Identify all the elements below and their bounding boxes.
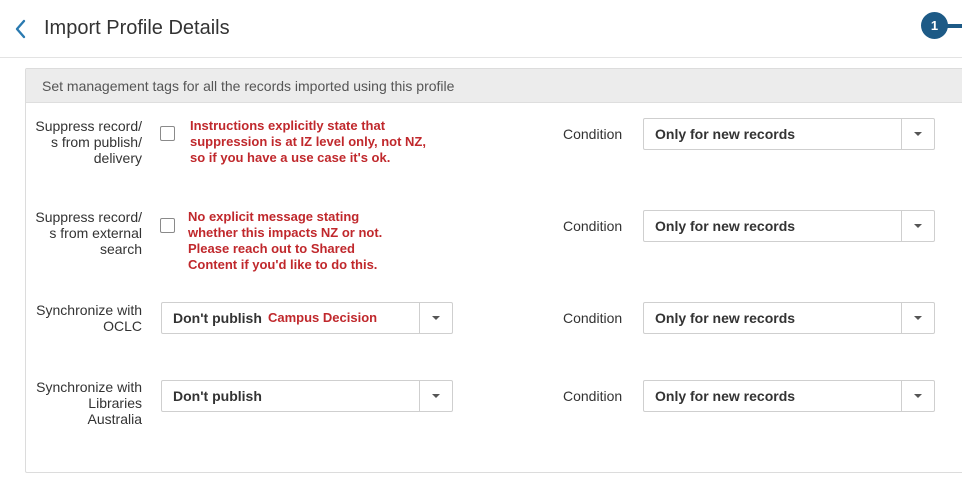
back-button[interactable] xyxy=(10,16,32,42)
page-title: Import Profile Details xyxy=(44,17,230,39)
dropdown-toggle[interactable] xyxy=(901,119,934,149)
condition-select-value: Only for new records xyxy=(655,310,796,326)
caret-down-icon xyxy=(914,224,922,228)
panel-header: Set management tags for all the records … xyxy=(26,69,962,103)
condition-label: Condition xyxy=(563,310,623,326)
condition-select-suppress-external[interactable]: Only for new records xyxy=(643,210,935,242)
sync-oclc-select[interactable]: Don't publish Campus Decision xyxy=(161,302,453,334)
condition-label: Condition xyxy=(563,388,623,404)
caret-down-icon xyxy=(914,394,922,398)
suppress-external-label: Suppress record/ s from external search xyxy=(35,209,142,257)
caret-down-icon xyxy=(914,132,922,136)
chevron-left-icon xyxy=(15,19,26,39)
caret-down-icon xyxy=(432,394,440,398)
condition-select-value: Only for new records xyxy=(655,126,796,142)
annotation-note-suppress-external: No explicit message stating whether this… xyxy=(188,209,383,272)
sync-libraries-australia-label: Synchronize with Libraries Australia xyxy=(36,379,142,427)
condition-label: Condition xyxy=(563,218,623,234)
sync-libraries-australia-select-value: Don't publish xyxy=(173,388,262,404)
annotation-note-campus-decision: Campus Decision xyxy=(268,310,378,325)
sync-libraries-australia-select[interactable]: Don't publish xyxy=(161,380,453,412)
condition-select-value: Only for new records xyxy=(655,388,796,404)
suppress-external-checkbox[interactable] xyxy=(160,218,175,233)
suppress-publish-label: Suppress record/ s from publish/ deliver… xyxy=(35,118,142,166)
dropdown-toggle[interactable] xyxy=(901,303,934,333)
panel-heading: Set management tags for all the records … xyxy=(42,78,455,94)
condition-select-sync-libraries-australia[interactable]: Only for new records xyxy=(643,380,935,412)
annotation-note-suppress-publish: Instructions explicitly state that suppr… xyxy=(190,118,426,165)
condition-select-suppress-publish[interactable]: Only for new records xyxy=(643,118,935,150)
dropdown-toggle[interactable] xyxy=(419,303,452,333)
dropdown-toggle[interactable] xyxy=(901,211,934,241)
dropdown-toggle[interactable] xyxy=(419,381,452,411)
sync-oclc-select-value: Don't publish xyxy=(173,310,262,326)
step-indicator[interactable]: 1 xyxy=(921,12,948,39)
page-header: Import Profile Details 1 xyxy=(0,0,962,58)
dropdown-toggle[interactable] xyxy=(901,381,934,411)
suppress-publish-checkbox[interactable] xyxy=(160,126,175,141)
condition-select-sync-oclc[interactable]: Only for new records xyxy=(643,302,935,334)
sync-oclc-label: Synchronize with OCLC xyxy=(36,302,142,334)
condition-label: Condition xyxy=(563,126,623,142)
caret-down-icon xyxy=(914,316,922,320)
condition-select-value: Only for new records xyxy=(655,218,796,234)
step-connector xyxy=(946,24,962,28)
caret-down-icon xyxy=(432,316,440,320)
